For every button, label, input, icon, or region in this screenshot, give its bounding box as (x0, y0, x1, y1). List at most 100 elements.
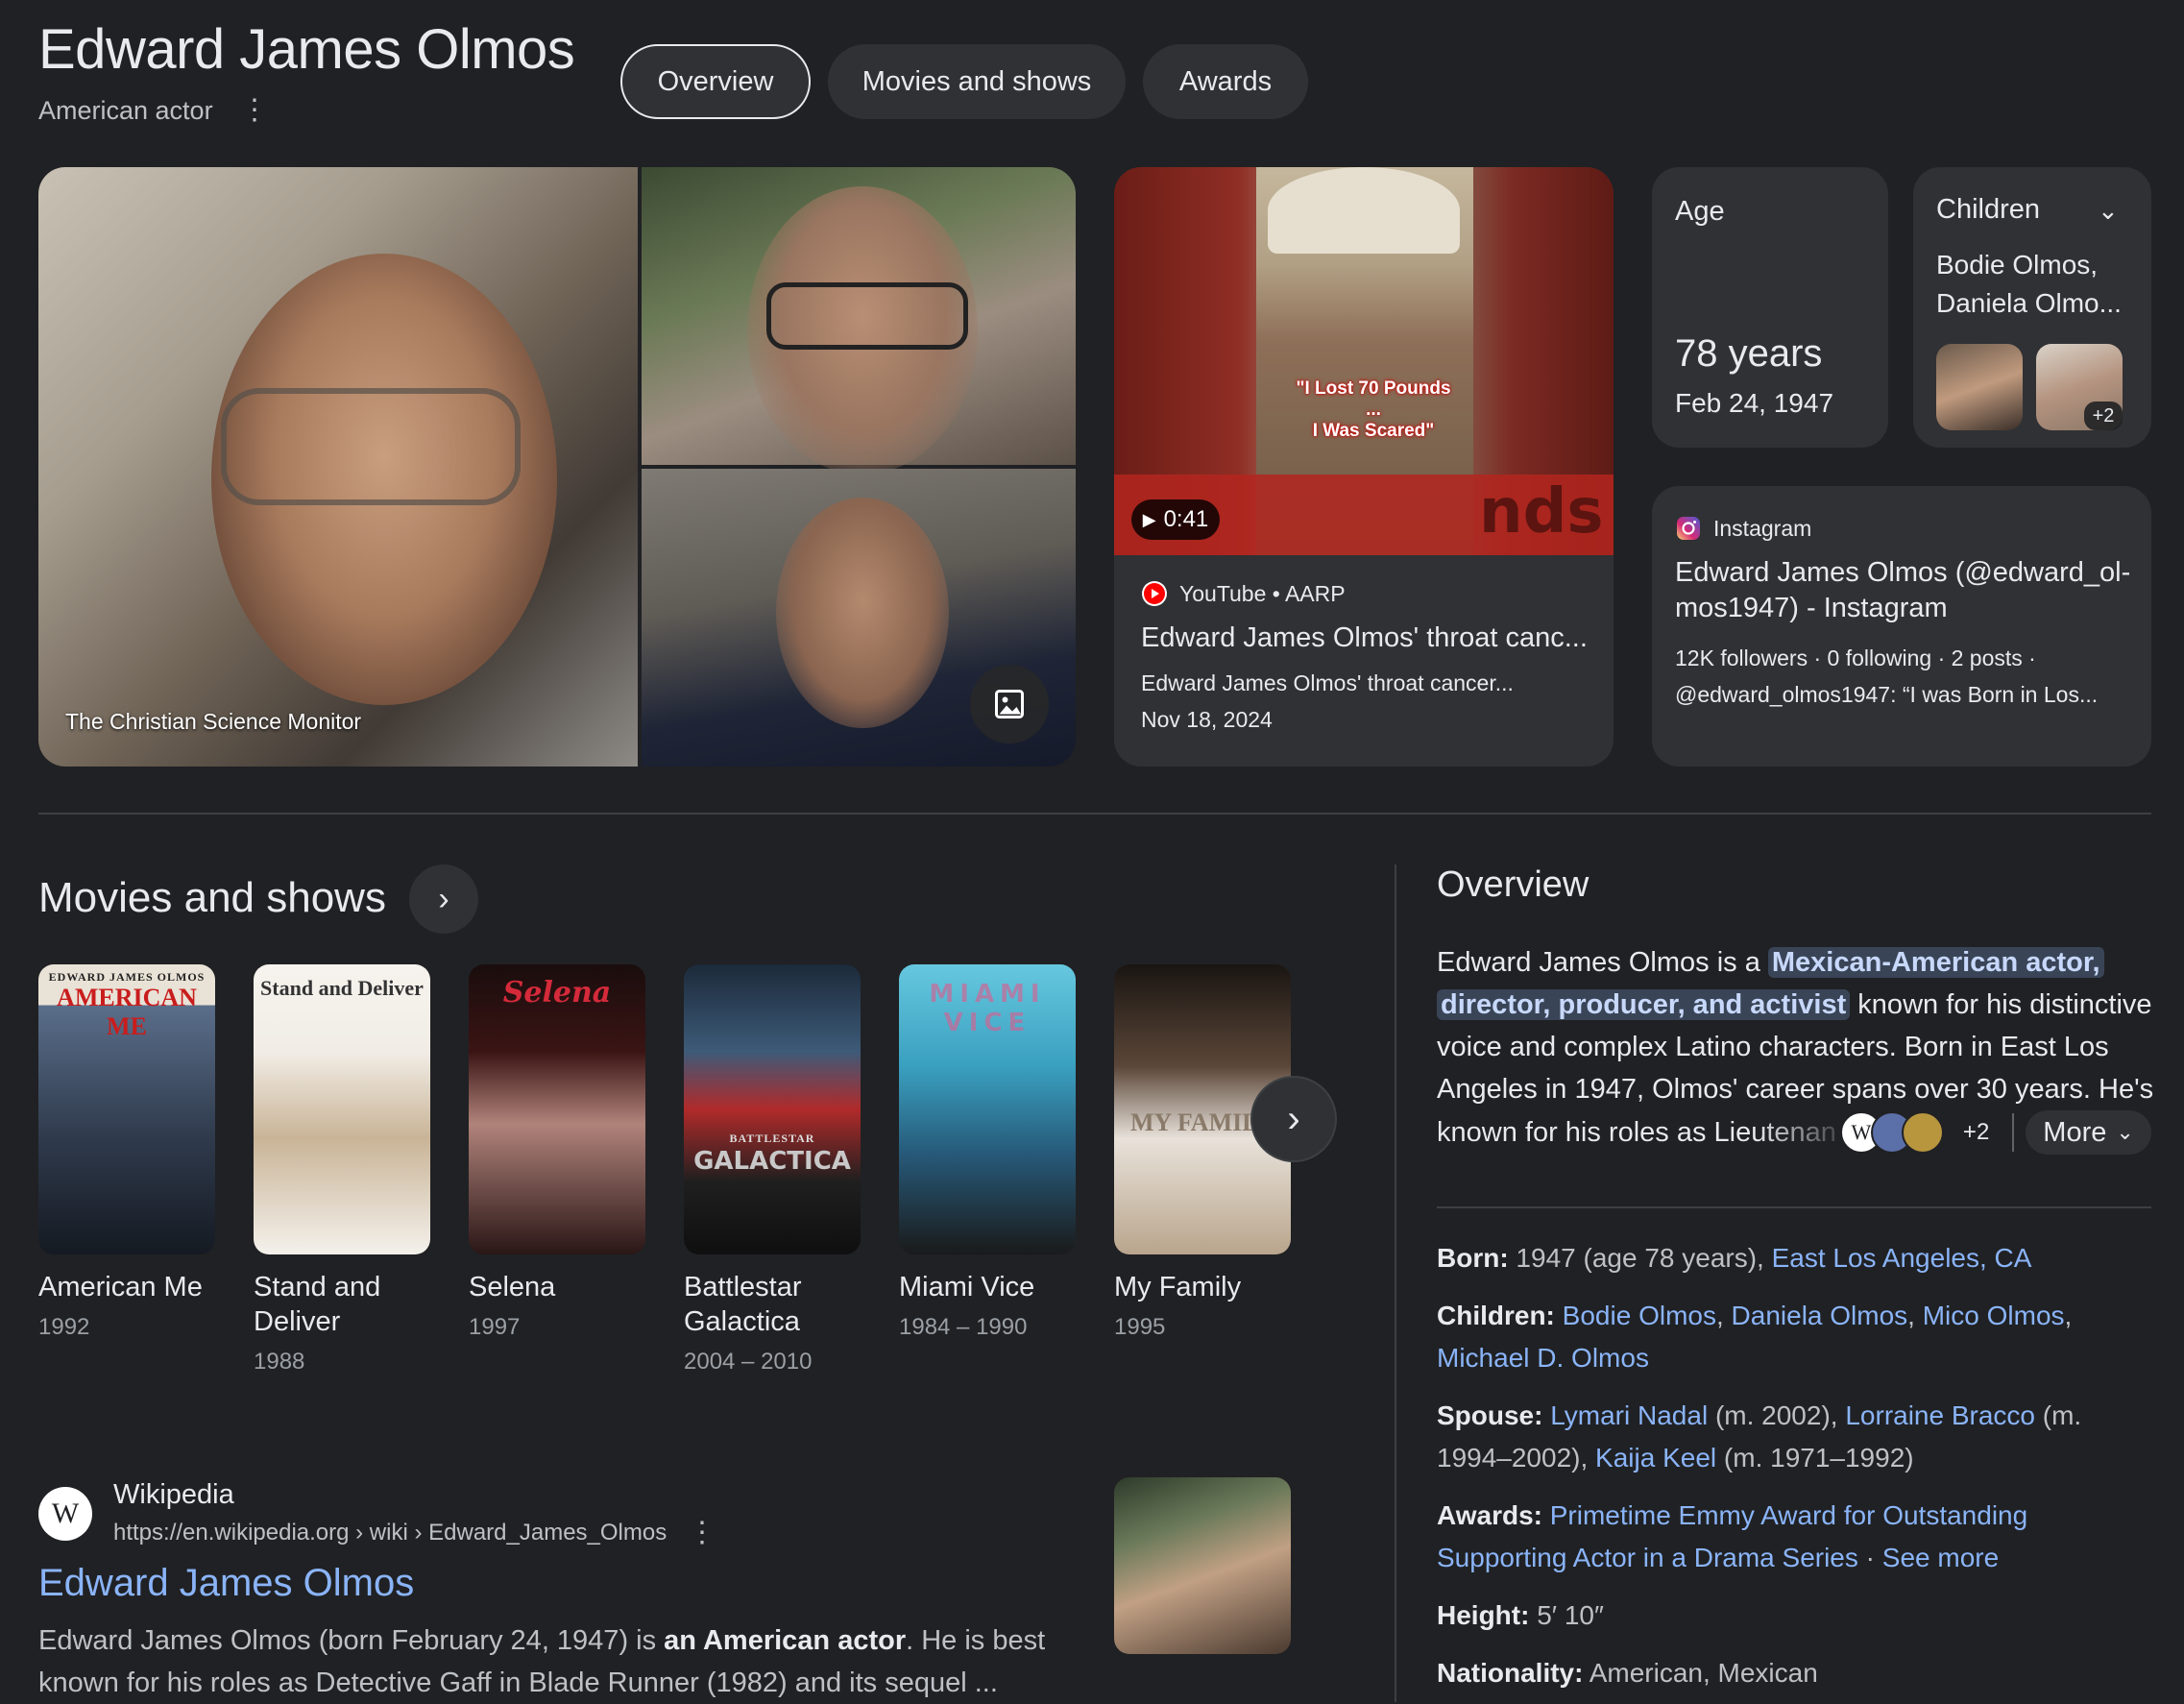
poster-title-text: Stand and Deliver (260, 976, 424, 1000)
instagram-card[interactable]: Instagram Edward James Olmos (@edward_ol… (1652, 486, 2151, 767)
poster-top-text: EDWARD JAMES OLMOS (48, 970, 206, 984)
movie-title[interactable]: My Family (1114, 1270, 1241, 1304)
child-link-michael[interactable]: Michael D. Olmos (1437, 1343, 1649, 1373)
video-card[interactable]: "I Lost 70 Pounds ... I Was Scared" nds … (1114, 167, 1614, 767)
video-date: Nov 18, 2024 (1141, 707, 1273, 732)
movie-year: 1995 (1114, 1314, 1166, 1340)
child-link-bodie[interactable]: Bodie Olmos (1563, 1301, 1716, 1330)
movie-title-line2[interactable]: Galactica (684, 1304, 800, 1339)
wikipedia-logo-icon: W (38, 1487, 92, 1541)
more-images-button[interactable] (970, 665, 1049, 743)
movie-title[interactable]: Battlestar (684, 1270, 802, 1304)
children-fact-label: Children: (1437, 1301, 1555, 1330)
overview-text: Edward James Olmos is a (1437, 947, 1768, 978)
spouse-years-1: (m. 2002), (1708, 1400, 1846, 1430)
more-label: More (2043, 1117, 2107, 1148)
instagram-icon (1677, 517, 1700, 540)
overview-highlight-1: Mexican-American actor, (1767, 947, 2104, 978)
more-options-icon[interactable]: ⋮ (240, 96, 269, 127)
height-value: 5′ 10″ (1529, 1600, 1604, 1630)
age-value: 78 years (1675, 332, 1823, 375)
poster-title-text: GALACTICA (693, 1147, 851, 1176)
birth-date: Feb 24, 1947 (1675, 388, 1834, 418)
video-duration: 0:41 (1163, 506, 1209, 532)
movie-poster[interactable]: MIAMI VICE (899, 964, 1076, 1254)
spouse-link-lymari[interactable]: Lymari Nadal (1550, 1400, 1708, 1430)
fact-awards: Awards: Primetime Emmy Award for Outstan… (1437, 1495, 2167, 1579)
born-place-link[interactable]: East Los Angeles, CA (1772, 1243, 2032, 1273)
awards-see-more-link[interactable]: See more (1882, 1543, 1999, 1572)
video-duration-badge: ▶ 0:41 (1131, 499, 1220, 540)
movie-year: 1984 – 1990 (899, 1314, 1028, 1340)
children-card[interactable]: Children ⌄ Bodie Olmos, Daniela Olmo... … (1913, 167, 2151, 448)
section-divider (38, 813, 2151, 815)
spouse-link-lorraine[interactable]: Lorraine Bracco (1845, 1400, 2035, 1430)
video-overlay-text-2: I Was Scared" (1312, 421, 1435, 441)
wikipedia-snippet: Edward James Olmos (born February 24, 19… (38, 1619, 1095, 1704)
movie-poster[interactable]: Selena (469, 964, 645, 1254)
source-icons[interactable]: W (1839, 1111, 1944, 1154)
tab-awards[interactable]: Awards (1143, 44, 1308, 119)
video-title[interactable]: Edward James Olmos' throat canc... (1141, 622, 1588, 654)
age-card[interactable]: Age 78 years Feb 24, 1947 (1652, 167, 1888, 448)
source-count[interactable]: +2 (1963, 1111, 1989, 1154)
overview-heading: Overview (1437, 864, 1589, 905)
overview-description: Edward James Olmos is a Mexican-American… (1437, 941, 2167, 1155)
page-subtitle: American actor (38, 96, 213, 125)
award-link-line2[interactable]: Supporting Actor in a Drama Series (1437, 1543, 1858, 1572)
award-link-line1[interactable]: Primetime Emmy Award for Outstanding (1550, 1500, 2027, 1530)
fact-height: Height: 5′ 10″ (1437, 1594, 2167, 1637)
video-banner-text: nds (1479, 476, 1604, 548)
video-source: YouTube • AARP (1179, 580, 1346, 606)
chevron-right-icon[interactable]: › (409, 864, 478, 934)
tab-overview[interactable]: Overview (620, 44, 811, 119)
height-label: Height: (1437, 1600, 1530, 1630)
photo-top-right[interactable] (642, 167, 1076, 475)
emmy-award-icon (1901, 1111, 1944, 1154)
poster-title-text: MIAMI VICE (929, 980, 1046, 1037)
video-snippet: Edward James Olmos' throat cancer... (1141, 670, 1514, 695)
chevron-down-icon[interactable]: ⌄ (2098, 196, 2119, 226)
page-title: Edward James Olmos (38, 18, 575, 81)
video-overlay-text-1: "I Lost 70 Pounds ... (1296, 378, 1451, 420)
movie-title[interactable]: American Me (38, 1270, 203, 1304)
wikipedia-site-name[interactable]: Wikipedia (113, 1479, 234, 1511)
carousel-next-button[interactable]: › (1250, 1076, 1337, 1162)
movie-year: 1997 (469, 1314, 521, 1340)
age-label: Age (1675, 196, 1725, 227)
movie-poster[interactable]: EDWARD JAMES OLMOS AMERICAN ME (38, 964, 215, 1254)
wikipedia-title-link[interactable]: Edward James Olmos (38, 1562, 414, 1605)
wikipedia-url[interactable]: https://en.wikipedia.org › wiki › Edward… (113, 1520, 667, 1546)
fact-children: Children: Bodie Olmos, Daniela Olmos, Mi… (1437, 1301, 2073, 1373)
spouse-link-kaija[interactable]: Kaija Keel (1595, 1443, 1716, 1473)
more-button[interactable]: More ⌄ (2026, 1110, 2151, 1155)
overview-highlight-2: director, producer, and activist (1437, 989, 1851, 1020)
spouse-years-2a: (m. (2035, 1400, 2082, 1430)
result-options-icon[interactable]: ⋮ (688, 1516, 716, 1549)
video-thumbnail[interactable]: "I Lost 70 Pounds ... I Was Scared" nds (1114, 167, 1614, 555)
instagram-stats: 12K followers · 0 following · 2 posts · (1675, 645, 2036, 670)
movie-title[interactable]: Stand and (254, 1270, 380, 1304)
movie-poster[interactable]: Stand and Deliver (254, 964, 430, 1254)
awards-label: Awards: (1437, 1500, 1542, 1530)
main-photo[interactable] (38, 167, 638, 767)
overview-divider (1437, 1206, 2151, 1208)
image-credit[interactable]: The Christian Science Monitor (65, 709, 361, 735)
snippet-text: Edward James Olmos (born February 24, 19… (38, 1625, 665, 1656)
nationality-value: American, Mexican (1583, 1658, 1818, 1688)
overview-text-5: known for his roles as Lieutenan (1437, 1111, 1836, 1154)
child-photo-1[interactable] (1936, 344, 2023, 430)
movie-title[interactable]: Miami Vice (899, 1270, 1034, 1304)
poster-top-text: BATTLESTAR (729, 1132, 815, 1145)
movie-title-line2[interactable]: Deliver (254, 1304, 340, 1339)
snippet-text-2: . He is best (906, 1625, 1046, 1656)
child-link-daniela[interactable]: Daniela Olmos (1732, 1301, 1908, 1330)
child-link-mico[interactable]: Mico Olmos (1923, 1301, 2065, 1330)
movie-poster[interactable]: BATTLESTAR GALACTICA (684, 964, 861, 1254)
wikipedia-thumbnail[interactable] (1114, 1477, 1291, 1654)
movie-title[interactable]: Selena (469, 1270, 555, 1304)
instagram-title-line1[interactable]: Edward James Olmos (@edward_ol- (1675, 555, 2130, 591)
movies-section-title[interactable]: Movies and shows (38, 874, 386, 922)
tab-movies-and-shows[interactable]: Movies and shows (828, 44, 1126, 119)
instagram-title-line2[interactable]: mos1947) - Instagram (1675, 591, 2130, 626)
